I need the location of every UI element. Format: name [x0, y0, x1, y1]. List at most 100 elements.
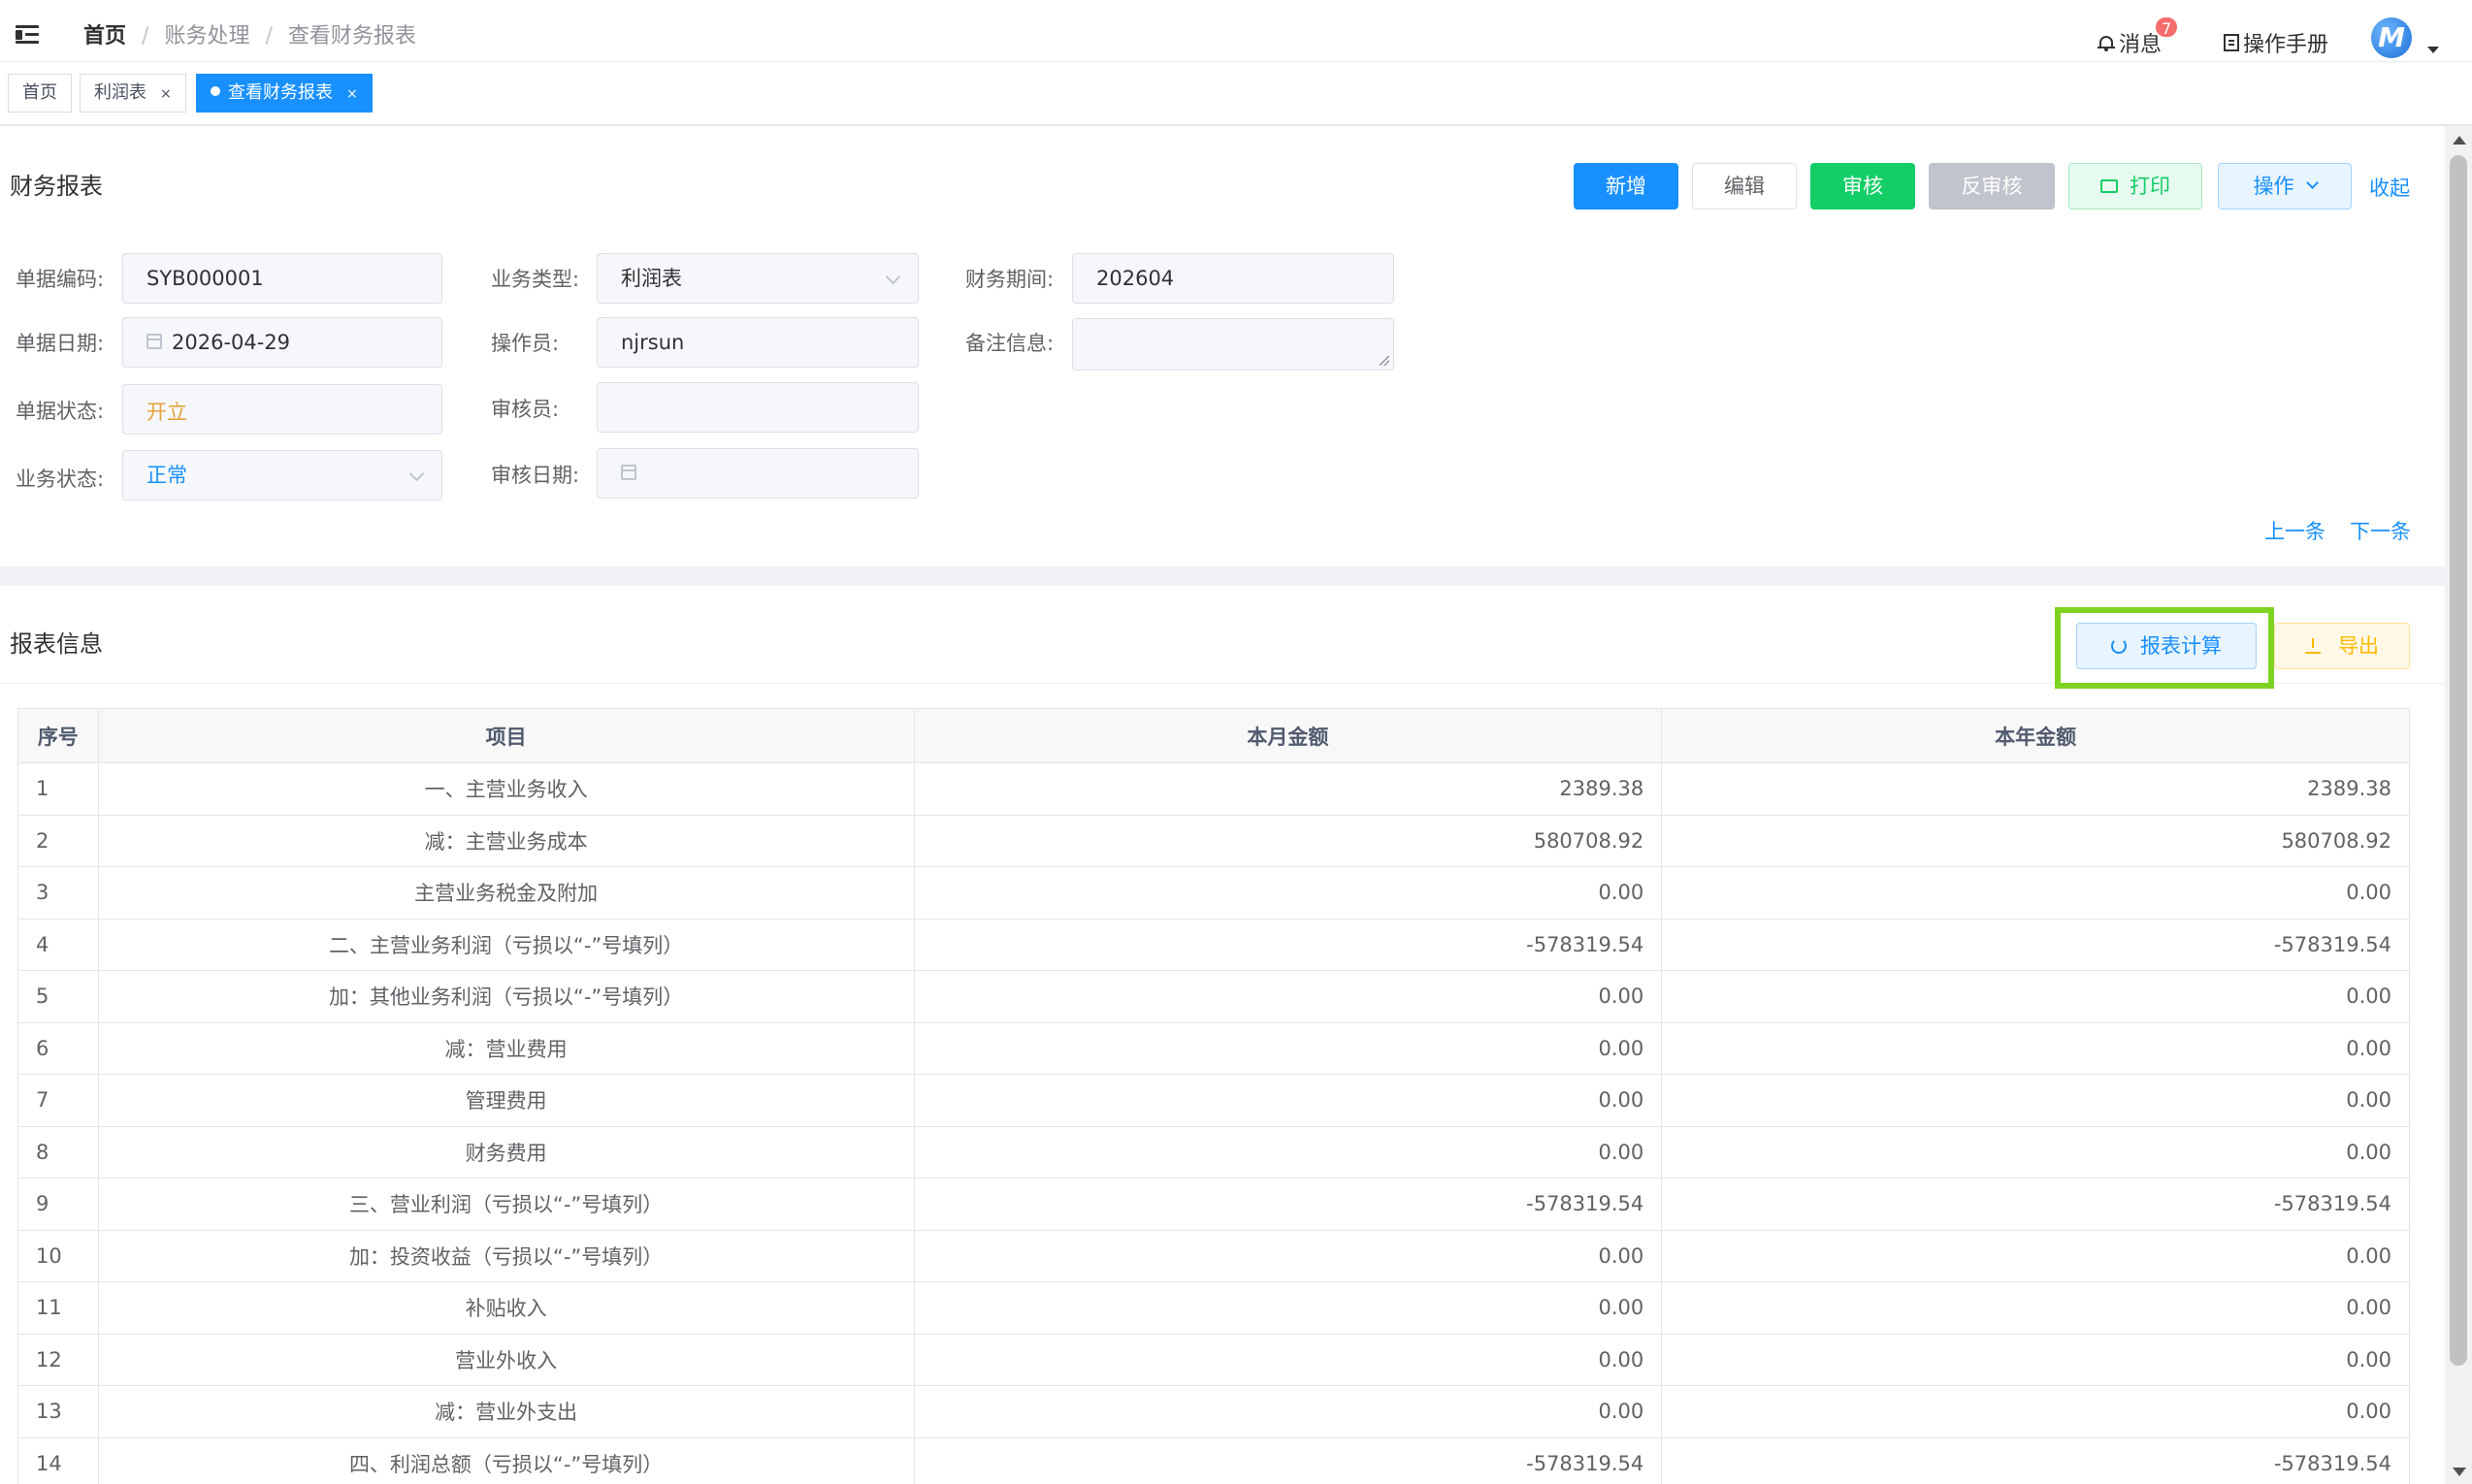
manual-button[interactable]: 操作手册	[2224, 27, 2328, 58]
tag-close-icon[interactable]: ×	[346, 86, 358, 102]
biz-status-select[interactable]: 正常	[122, 450, 442, 500]
auditor-label: 审核员:	[491, 398, 560, 421]
table-row[interactable]: 13 减：营业外支出 0.00 0.00	[17, 1385, 2410, 1438]
tag-label: 首页	[22, 82, 57, 103]
bill-date-label: 单据日期:	[16, 332, 105, 355]
table-row[interactable]: 11 补贴收入 0.00 0.00	[17, 1281, 2410, 1335]
cell-year-amount: 0.00	[1661, 1074, 2410, 1127]
cell-seq: 1	[17, 762, 99, 816]
print-label: 打印	[2130, 175, 2170, 198]
cell-seq: 12	[17, 1333, 99, 1386]
cell-item: 二、主营业务利润（亏损以“-”号填列）	[97, 918, 915, 971]
table-row[interactable]: 12 营业外收入 0.00 0.00	[17, 1333, 2410, 1386]
table-row[interactable]: 1 一、主营业务收入 2389.38 2389.38	[17, 762, 2410, 816]
bill-date-picker[interactable]: 2026-04-29	[122, 317, 442, 368]
cell-seq: 4	[17, 918, 99, 971]
cell-item: 补贴收入	[97, 1281, 915, 1335]
scroll-up-arrow-icon[interactable]	[2453, 136, 2466, 145]
table-row[interactable]: 14 四、利润总额（亏损以“-”号填列） -578319.54 -578319.54	[17, 1436, 2410, 1484]
tag-close-icon[interactable]: ×	[160, 86, 172, 102]
export-label: 导出	[2338, 634, 2379, 658]
column-header-seq[interactable]: 序号	[17, 708, 99, 763]
bill-no-label: 单据编码:	[16, 268, 105, 291]
calendar-icon	[146, 334, 162, 349]
download-icon	[2305, 638, 2321, 654]
user-menu-caret-icon[interactable]	[2427, 47, 2439, 53]
tag-home[interactable]: 首页	[8, 74, 72, 113]
auditor-field[interactable]	[597, 382, 919, 433]
print-button[interactable]: 打印	[2068, 163, 2202, 210]
audit-date-picker[interactable]	[597, 448, 919, 499]
cell-item: 加：投资收益（亏损以“-”号填列）	[97, 1229, 915, 1282]
cell-seq: 2	[17, 814, 99, 867]
table-row[interactable]: 10 加：投资收益（亏损以“-”号填列） 0.00 0.00	[17, 1229, 2410, 1282]
bill-no-field[interactable]: SYB000001	[122, 253, 442, 304]
bill-status-field[interactable]: 开立	[122, 384, 442, 435]
breadcrumb-accounting: 账务处理	[164, 24, 250, 48]
cell-month-amount: 0.00	[913, 1229, 1663, 1282]
table-row[interactable]: 3 主营业务税金及附加 0.00 0.00	[17, 866, 2410, 919]
tag-profit-statement[interactable]: 利润表 ×	[80, 74, 186, 113]
user-avatar[interactable]: M	[2371, 17, 2412, 58]
cell-year-amount: 0.00	[1661, 1125, 2410, 1178]
approve-button[interactable]: 审核	[1810, 163, 1915, 210]
table-row[interactable]: 6 减：营业费用 0.00 0.00	[17, 1021, 2410, 1075]
report-table: 序号 项目 本月金额 本年金额 1 一、主营业务收入 2389.38 2389.38 2…	[17, 708, 2410, 1484]
prev-record-link[interactable]: 上一条	[2264, 516, 2326, 545]
active-dot-icon	[211, 86, 220, 96]
biz-type-label: 业务类型:	[491, 268, 580, 291]
cell-month-amount: 0.00	[913, 1385, 1663, 1438]
biz-type-select[interactable]: 利润表	[597, 253, 919, 304]
top-navbar: 首页 / 账务处理 / 查看财务报表 消息 7 操作手册 M	[0, 0, 2472, 62]
cell-seq: 7	[17, 1074, 99, 1127]
edit-button[interactable]: 编辑	[1692, 163, 1797, 210]
report-title: 报表信息	[10, 630, 103, 658]
table-row[interactable]: 9 三、营业利润（亏损以“-”号填列） -578319.54 -578319.54	[17, 1178, 2410, 1231]
cell-month-amount: -578319.54	[913, 918, 1663, 971]
page-scrollbar[interactable]	[2445, 126, 2472, 1484]
biz-status-label: 业务状态:	[16, 468, 105, 491]
printer-icon	[2100, 179, 2118, 193]
scrollbar-thumb[interactable]	[2450, 155, 2467, 1366]
operations-dropdown-button[interactable]: 操作	[2218, 163, 2352, 210]
tag-view-financial-report[interactable]: 查看财务报表 ×	[196, 74, 373, 113]
cell-item: 减：营业外支出	[97, 1385, 915, 1438]
breadcrumb-home[interactable]: 首页	[83, 23, 126, 50]
operator-field[interactable]: njrsun	[597, 317, 919, 368]
table-row[interactable]: 8 财务费用 0.00 0.00	[17, 1125, 2410, 1178]
table-row[interactable]: 7 管理费用 0.00 0.00	[17, 1074, 2410, 1127]
cell-item: 主营业务税金及附加	[97, 866, 915, 919]
next-record-link[interactable]: 下一条	[2350, 516, 2411, 545]
breadcrumb-separator: /	[142, 24, 149, 48]
cell-seq: 6	[17, 1021, 99, 1075]
cell-item: 一、主营业务收入	[97, 762, 915, 816]
table-row[interactable]: 5 加：其他业务利润（亏损以“-”号填列） 0.00 0.00	[17, 970, 2410, 1023]
cell-item: 三、营业利润（亏损以“-”号填列）	[97, 1178, 915, 1231]
table-header-row: 序号 项目 本月金额 本年金额	[17, 708, 2410, 763]
bill-status-value: 开立	[146, 401, 187, 424]
cell-month-amount: -578319.54	[913, 1178, 1663, 1231]
cell-seq: 13	[17, 1385, 99, 1438]
messages-button[interactable]: 消息	[2098, 27, 2162, 58]
cell-item: 财务费用	[97, 1125, 915, 1178]
remark-textarea[interactable]	[1072, 318, 1394, 371]
export-button[interactable]: 导出	[2274, 623, 2410, 669]
table-row[interactable]: 2 减：主营业务成本 580708.92 580708.92	[17, 814, 2410, 867]
cell-year-amount: 580708.92	[1661, 814, 2410, 867]
cell-month-amount: 0.00	[913, 866, 1663, 919]
cell-seq: 14	[17, 1436, 99, 1484]
scroll-down-arrow-icon[interactable]	[2453, 1468, 2466, 1476]
cell-month-amount: 580708.92	[913, 814, 1663, 867]
hamburger-menu-icon[interactable]	[16, 25, 41, 45]
column-header-item[interactable]: 项目	[97, 708, 915, 763]
table-row[interactable]: 4 二、主营业务利润（亏损以“-”号填列） -578319.54 -578319.54	[17, 918, 2410, 971]
manual-label: 操作手册	[2243, 33, 2329, 57]
unapprove-button[interactable]: 反审核	[1929, 163, 2055, 210]
cell-month-amount: 0.00	[913, 1333, 1663, 1386]
period-field[interactable]: 202604	[1072, 253, 1394, 304]
column-header-year-amount[interactable]: 本年金额	[1661, 708, 2410, 763]
tag-label: 查看财务报表	[228, 82, 333, 103]
add-button[interactable]: 新增	[1574, 163, 1678, 210]
collapse-link[interactable]: 收起	[2369, 173, 2410, 202]
column-header-month-amount[interactable]: 本月金额	[913, 708, 1663, 763]
